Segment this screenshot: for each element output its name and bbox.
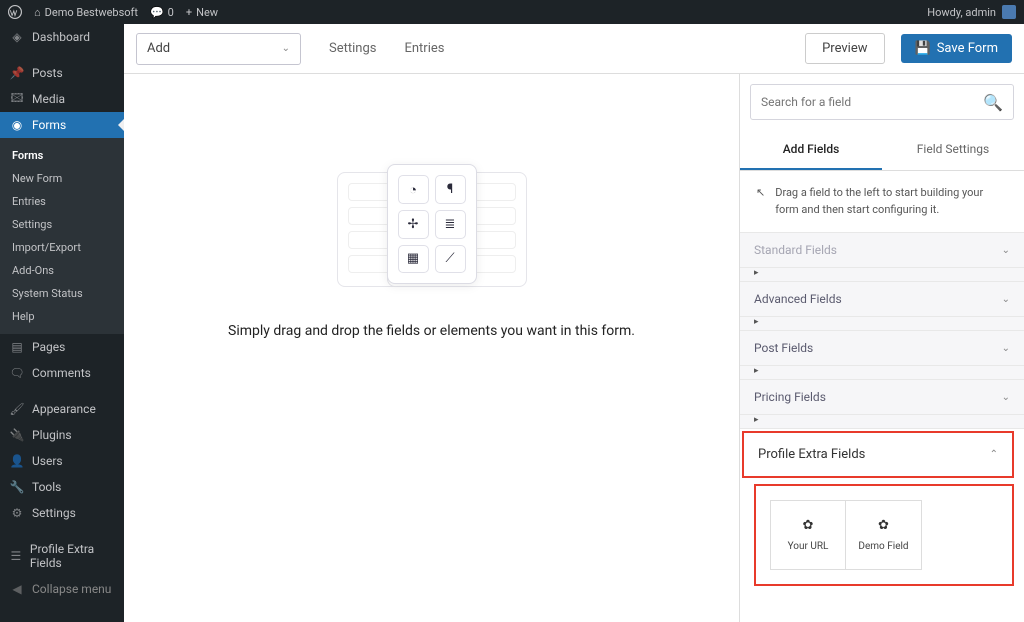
tab-add-fields[interactable]: Add Fields	[740, 130, 882, 170]
acc-standard[interactable]: Standard Fields⌄	[740, 233, 1024, 268]
acc-profile-extra[interactable]: Profile Extra Fields⌃	[742, 431, 1014, 478]
acc-post[interactable]: Post Fields⌄	[740, 331, 1024, 366]
sidebar-item-pages[interactable]: ▤Pages	[0, 334, 124, 360]
admin-topbar: ⌂Demo Bestwebsoft 💬0 +New Howdy, admin	[0, 0, 1024, 24]
sidebar-item-dashboard[interactable]: ◈Dashboard	[0, 24, 124, 50]
fields-panel: 🔍 Add Fields Field Settings ↖ Drag a fie…	[739, 74, 1024, 622]
add-dropdown[interactable]: Add ⌄	[136, 33, 301, 65]
search-icon: 🔍	[983, 93, 1003, 112]
acc-advanced[interactable]: Advanced Fields⌄	[740, 282, 1024, 317]
acc-sub-caret[interactable]: ▸	[740, 317, 1024, 331]
submenu-help[interactable]: Help	[0, 305, 124, 328]
submenu-status[interactable]: System Status	[0, 282, 124, 305]
acc-sub-caret[interactable]: ▸	[740, 366, 1024, 380]
pages-icon: ▤	[10, 340, 24, 354]
chevron-down-icon: ⌄	[1002, 392, 1010, 403]
sliders-icon: ⚙	[10, 506, 24, 520]
field-your-url[interactable]: ✿ Your URL	[770, 500, 846, 570]
submenu-settings[interactable]: Settings	[0, 213, 124, 236]
acc-profile-body: ✿ Your URL ✿ Demo Field	[754, 484, 1014, 586]
chevron-down-icon: ⌄	[282, 43, 290, 54]
submenu-import[interactable]: Import/Export	[0, 236, 124, 259]
hint-row: ↖ Drag a field to the left to start buil…	[740, 171, 1024, 232]
submenu-entries[interactable]: Entries	[0, 190, 124, 213]
acc-pricing[interactable]: Pricing Fields⌄	[740, 380, 1024, 415]
save-button[interactable]: 💾 Save Form	[901, 34, 1013, 63]
comments-link[interactable]: 💬0	[150, 6, 174, 19]
chevron-down-icon: ⌄	[1002, 245, 1010, 256]
submenu-addons[interactable]: Add-Ons	[0, 259, 124, 282]
pin-icon: 📌	[10, 66, 24, 80]
tab-field-settings[interactable]: Field Settings	[882, 130, 1024, 170]
collapse-icon: ◀	[10, 582, 24, 596]
empty-text: Simply drag and drop the fields or eleme…	[228, 323, 635, 339]
collapse-menu[interactable]: ◀Collapse menu	[0, 576, 124, 602]
forms-icon: ◉	[10, 118, 24, 132]
site-link[interactable]: ⌂Demo Bestwebsoft	[34, 6, 138, 19]
field-demo-field[interactable]: ✿ Demo Field	[846, 500, 922, 570]
cursor-icon: ↖	[756, 185, 765, 218]
sidebar-item-comments[interactable]: 🗨Comments	[0, 360, 124, 386]
sidebar-item-plugins[interactable]: 🔌Plugins	[0, 422, 124, 448]
wp-logo[interactable]	[8, 5, 22, 19]
search-field-box[interactable]: 🔍	[750, 84, 1014, 120]
chevron-down-icon: ⌄	[1002, 294, 1010, 305]
wrench-icon: 🔧	[10, 480, 24, 494]
chevron-down-icon: ⌄	[1002, 343, 1010, 354]
sidebar-item-forms[interactable]: ◉Forms	[0, 112, 124, 138]
empty-illustration: ◔¶ ✢≣ ▦⟋	[337, 164, 527, 299]
profile-extra-icon: ☰	[10, 549, 22, 563]
gear-icon: ✿	[803, 518, 814, 533]
comment-icon: 💬	[150, 6, 164, 19]
sidebar-item-settings[interactable]: ⚙Settings	[0, 500, 124, 526]
plug-icon: 🔌	[10, 428, 24, 442]
sidebar-item-tools[interactable]: 🔧Tools	[0, 474, 124, 500]
sidebar-item-users[interactable]: 👤Users	[0, 448, 124, 474]
comments-icon: 🗨	[10, 366, 24, 380]
forms-submenu: Forms New Form Entries Settings Import/E…	[0, 138, 124, 334]
form-canvas[interactable]: ◔¶ ✢≣ ▦⟋ Simply drag and drop the fields…	[124, 74, 739, 622]
sidebar-item-profile-extra[interactable]: ☰Profile Extra Fields	[0, 536, 124, 576]
admin-sidebar: ◈Dashboard 📌Posts 🖾Media ◉Forms Forms Ne…	[0, 24, 124, 622]
plus-icon: +	[186, 6, 192, 19]
brush-icon: 🖌	[10, 402, 24, 416]
sidebar-item-posts[interactable]: 📌Posts	[0, 60, 124, 86]
gear-icon: ✿	[878, 518, 889, 533]
home-icon: ⌂	[34, 6, 41, 19]
sidebar-item-media[interactable]: 🖾Media	[0, 86, 124, 112]
submenu-newform[interactable]: New Form	[0, 167, 124, 190]
user-icon: 👤	[10, 454, 24, 468]
search-input[interactable]	[761, 95, 983, 109]
acc-sub-caret[interactable]: ▸	[740, 268, 1024, 282]
sidebar-item-appearance[interactable]: 🖌Appearance	[0, 396, 124, 422]
user-menu[interactable]: Howdy, admin	[927, 5, 1016, 19]
toolbar-entries[interactable]: Entries	[404, 41, 444, 56]
avatar	[1002, 5, 1016, 19]
acc-sub-caret[interactable]: ▸	[740, 415, 1024, 429]
save-icon: 💾	[915, 41, 931, 56]
submenu-forms[interactable]: Forms	[0, 144, 124, 167]
media-icon: 🖾	[10, 92, 24, 106]
new-link[interactable]: +New	[186, 6, 218, 19]
dashboard-icon: ◈	[10, 30, 24, 44]
toolbar-settings[interactable]: Settings	[329, 41, 376, 56]
chevron-up-icon: ⌃	[990, 449, 998, 460]
preview-button[interactable]: Preview	[805, 33, 884, 64]
form-toolbar: Add ⌄ Settings Entries Preview 💾 Save Fo…	[124, 24, 1024, 74]
